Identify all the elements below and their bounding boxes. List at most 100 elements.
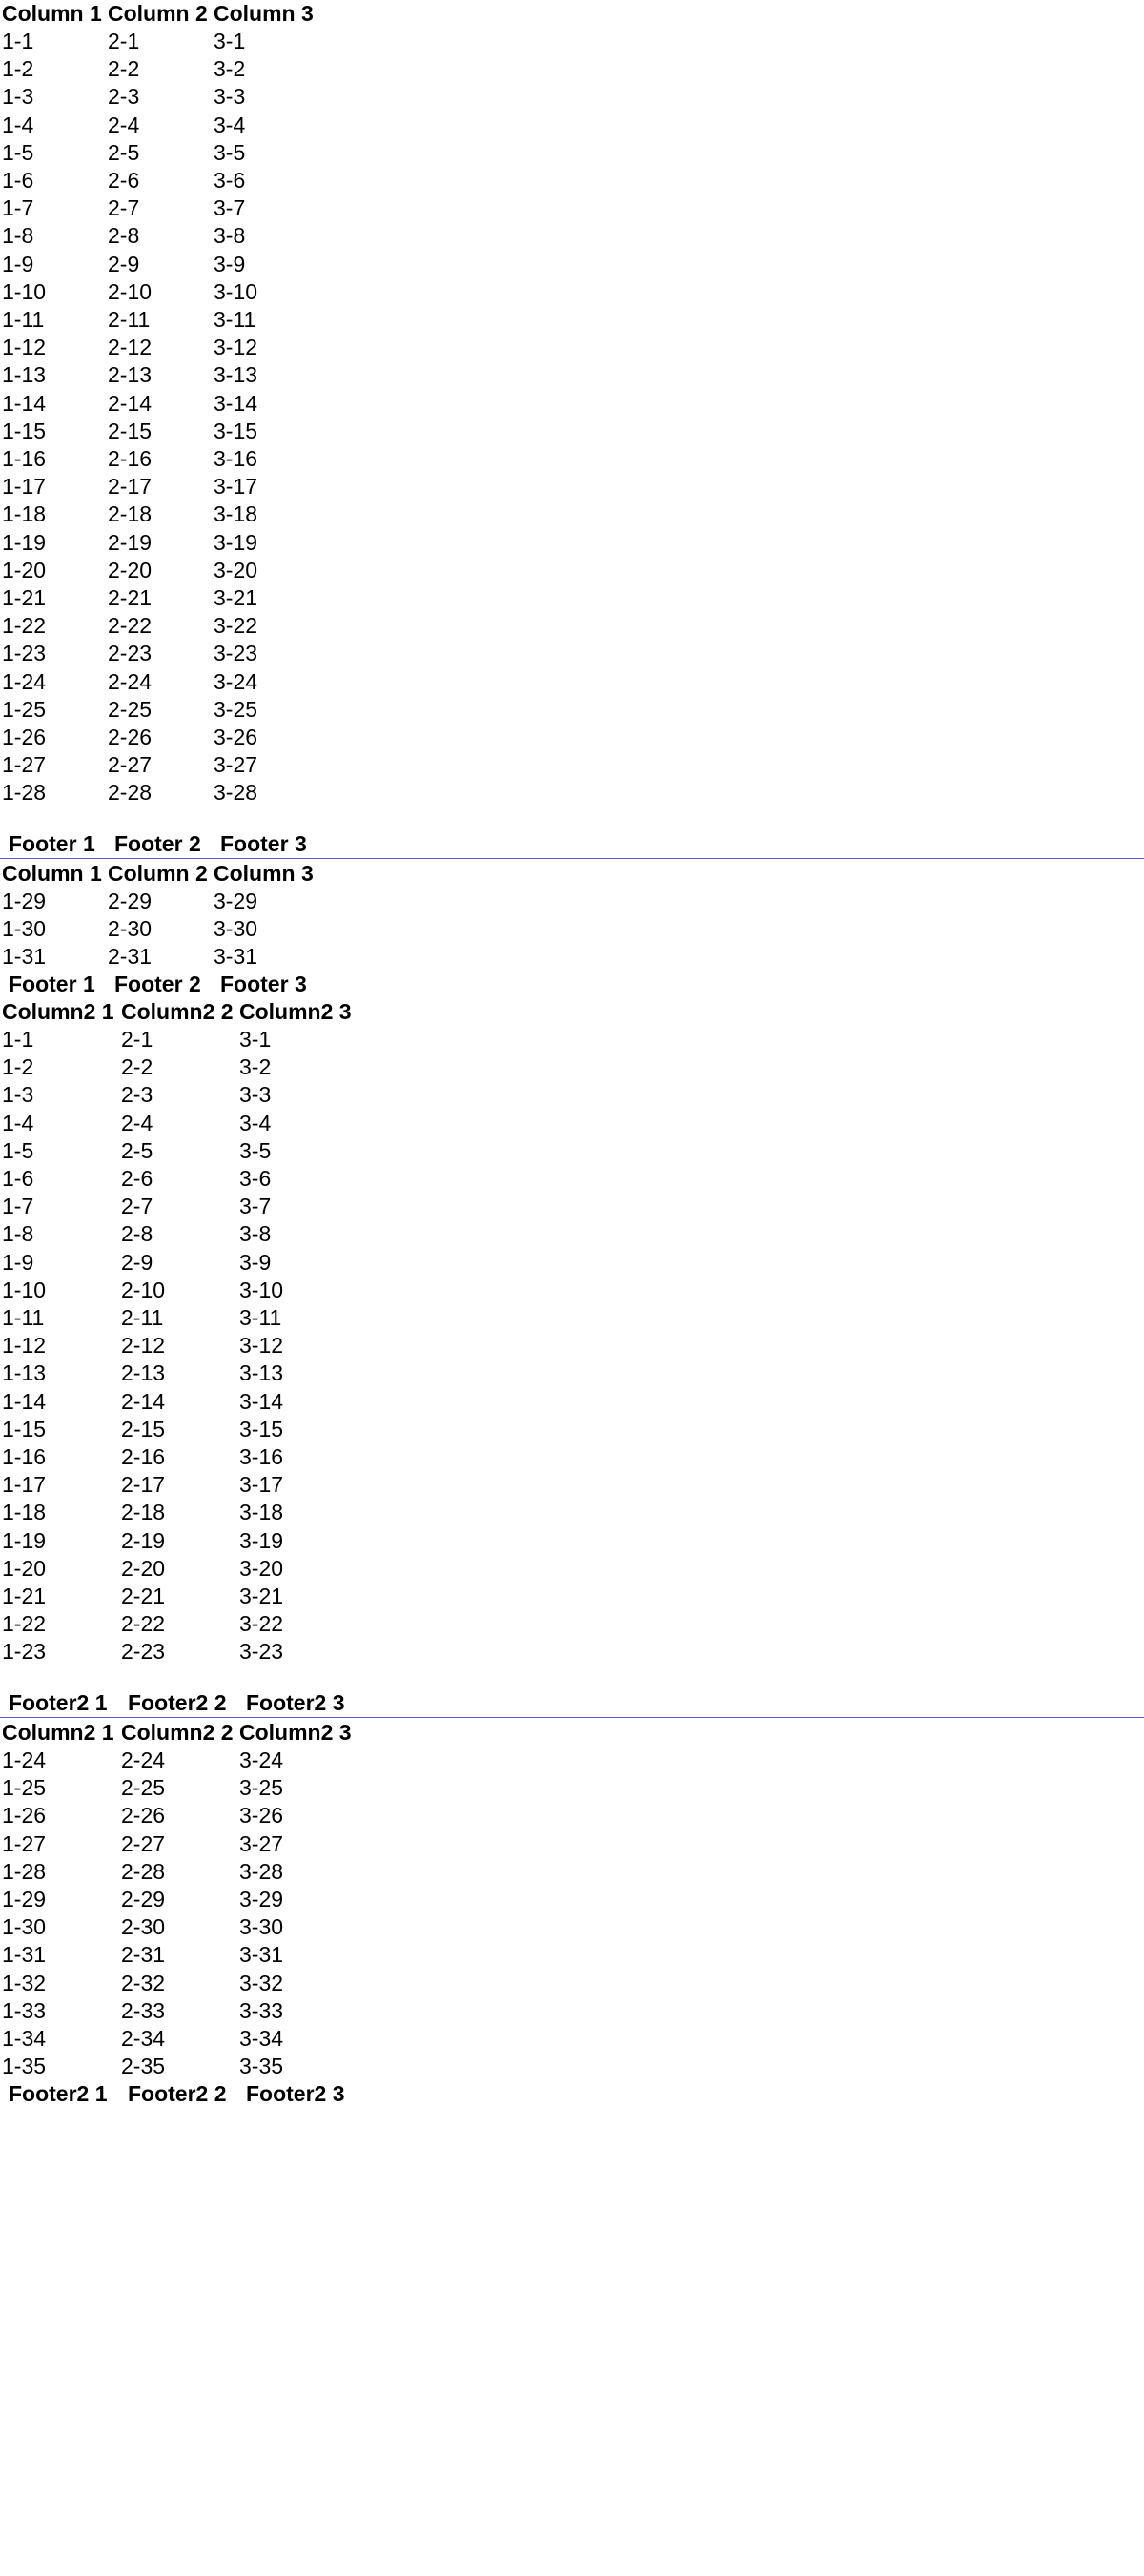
table-cell: 3-16	[214, 446, 258, 471]
table-cell: 1-4	[2, 112, 34, 137]
table-cell: 1-22	[2, 613, 47, 639]
column-footer: Footer 1	[9, 971, 95, 996]
table-cell: 1-5	[2, 139, 34, 165]
table-cell: 2-29	[121, 1887, 166, 1912]
column-header: Column2 3	[239, 999, 352, 1024]
table-cell: 1-21	[2, 585, 47, 610]
table-row: 1-21 2-21 3-21	[0, 1583, 1144, 1610]
table-cell: 3-26	[239, 1803, 284, 1829]
table-row: 1-33 2-33 3-33	[0, 1997, 1144, 2025]
table-cell: 2-18	[108, 501, 153, 527]
table-cell: 2-8	[121, 1221, 153, 1247]
table-cell: 1-6	[2, 168, 34, 193]
table-header-row: Column 1 Column 2 Column 3	[0, 0, 1144, 28]
table-cell: 3-22	[214, 613, 258, 639]
table-cell: 3-35	[239, 2054, 284, 2079]
table-row: 1-31 2-31 3-31	[0, 943, 1144, 971]
table-cell: 2-4	[108, 112, 140, 137]
table-cell: 1-31	[2, 944, 47, 970]
table-cell: 1-30	[2, 916, 47, 942]
table-cell: 3-27	[214, 752, 258, 778]
table-cell: 1-19	[2, 529, 47, 555]
table-cell: 1-31	[2, 1942, 47, 1968]
table-cell: 2-25	[121, 1775, 166, 1801]
column-footer: Footer2 1	[9, 2081, 108, 2106]
table-cell: 1-25	[2, 696, 47, 722]
table-cell: 2-21	[121, 1584, 166, 1608]
table-cell: 1-13	[2, 362, 47, 388]
table-cell: 1-34	[2, 2026, 47, 2051]
table-cell: 1-19	[2, 1527, 47, 1553]
table-row: 1-26 2-26 3-26	[0, 724, 1144, 751]
table-cell: 1-18	[2, 1500, 47, 1525]
column-footer: Footer 3	[220, 831, 307, 856]
table-cell: 1-9	[2, 251, 34, 276]
table-cell: 1-2	[2, 56, 34, 82]
table-cell: 1-26	[2, 725, 47, 749]
table-cell: 1-18	[2, 501, 47, 527]
table-cell: 3-34	[239, 2026, 284, 2051]
table-cell: 3-30	[239, 1914, 284, 1940]
table-cell: 3-2	[214, 56, 246, 82]
table-cell: 3-2	[239, 1054, 272, 1080]
column-header: Column2 2	[121, 999, 234, 1024]
column-footer: Footer2 2	[128, 2081, 227, 2106]
table-cell: 3-21	[214, 585, 258, 610]
table-cell: 1-25	[2, 1775, 47, 1801]
table-cell: 3-25	[239, 1775, 284, 1801]
table-cell: 3-13	[214, 362, 258, 388]
table-cell: 1-28	[2, 1858, 47, 1884]
table-cell: 3-13	[239, 1360, 284, 1386]
table-row: 1-5 2-5 3-5	[0, 139, 1144, 167]
column-header: Column2 1	[2, 1720, 114, 1745]
table-cell: 1-29	[2, 889, 47, 913]
table-cell: 3-5	[214, 139, 246, 165]
table-row: 1-30 2-30 3-30	[0, 1913, 1144, 1941]
table-cell: 3-4	[214, 112, 246, 137]
table-row: 1-6 2-6 3-6	[0, 167, 1144, 194]
table-cell: 1-16	[2, 446, 47, 471]
table-cell: 2-26	[121, 1803, 166, 1829]
table-cell: 1-20	[2, 1555, 47, 1581]
table-cell: 3-29	[214, 889, 258, 913]
table-footer-row: Footer 1 Footer 2 Footer 3	[0, 971, 1144, 998]
table-row: 1-8 2-8 3-8	[0, 222, 1144, 250]
table-cell: 2-21	[108, 585, 153, 610]
table-row: 1-29 2-29 3-29	[0, 1886, 1144, 1913]
table-cell: 2-23	[121, 1639, 166, 1665]
table-row: 1-25 2-25 3-25	[0, 696, 1144, 724]
table-cell: 3-21	[239, 1584, 284, 1608]
table-row: 1-16 2-16 3-16	[0, 445, 1144, 473]
table-cell: 3-10	[214, 278, 258, 304]
table-cell: 1-29	[2, 1887, 47, 1912]
table-cell: 1-17	[2, 474, 47, 500]
table-cell: 2-34	[121, 2026, 166, 2051]
table-footer-row: Footer2 1 Footer2 2 Footer2 3	[0, 1689, 1144, 1717]
table-cell: 2-24	[108, 668, 153, 694]
table-row: 1-19 2-19 3-19	[0, 1527, 1144, 1555]
table-cell: 2-13	[121, 1360, 166, 1386]
table-row: 1-12 2-12 3-12	[0, 334, 1144, 361]
table-cell: 1-24	[2, 1748, 47, 1772]
table-cell: 2-31	[108, 944, 153, 970]
table-cell: 1-26	[2, 1803, 47, 1829]
table-row: 1-23 2-23 3-23	[0, 1638, 1144, 1666]
table-row: 1-30 2-30 3-30	[0, 915, 1144, 943]
table-cell: 2-30	[108, 916, 153, 942]
table-cell: 2-10	[121, 1277, 166, 1302]
table-row: 1-13 2-13 3-13	[0, 361, 1144, 389]
table-cell: 1-35	[2, 2054, 47, 2079]
table-cell: 2-2	[121, 1054, 153, 1080]
table-row: 1-28 2-28 3-28	[0, 1858, 1144, 1886]
table-cell: 3-8	[239, 1221, 272, 1247]
table-row: 1-32 2-32 3-32	[0, 1970, 1144, 1997]
table-row: 1-17 2-17 3-17	[0, 1471, 1144, 1499]
table-cell: 2-11	[121, 1305, 164, 1330]
table-row: 1-1 2-1 3-1	[0, 1026, 1144, 1053]
table-cell: 3-22	[239, 1611, 284, 1637]
table-cell: 3-19	[214, 529, 258, 555]
table-cell: 2-29	[108, 889, 153, 913]
table-cell: 3-10	[239, 1277, 284, 1302]
table-cell: 2-1	[121, 1027, 153, 1052]
table-cell: 1-10	[2, 278, 47, 304]
